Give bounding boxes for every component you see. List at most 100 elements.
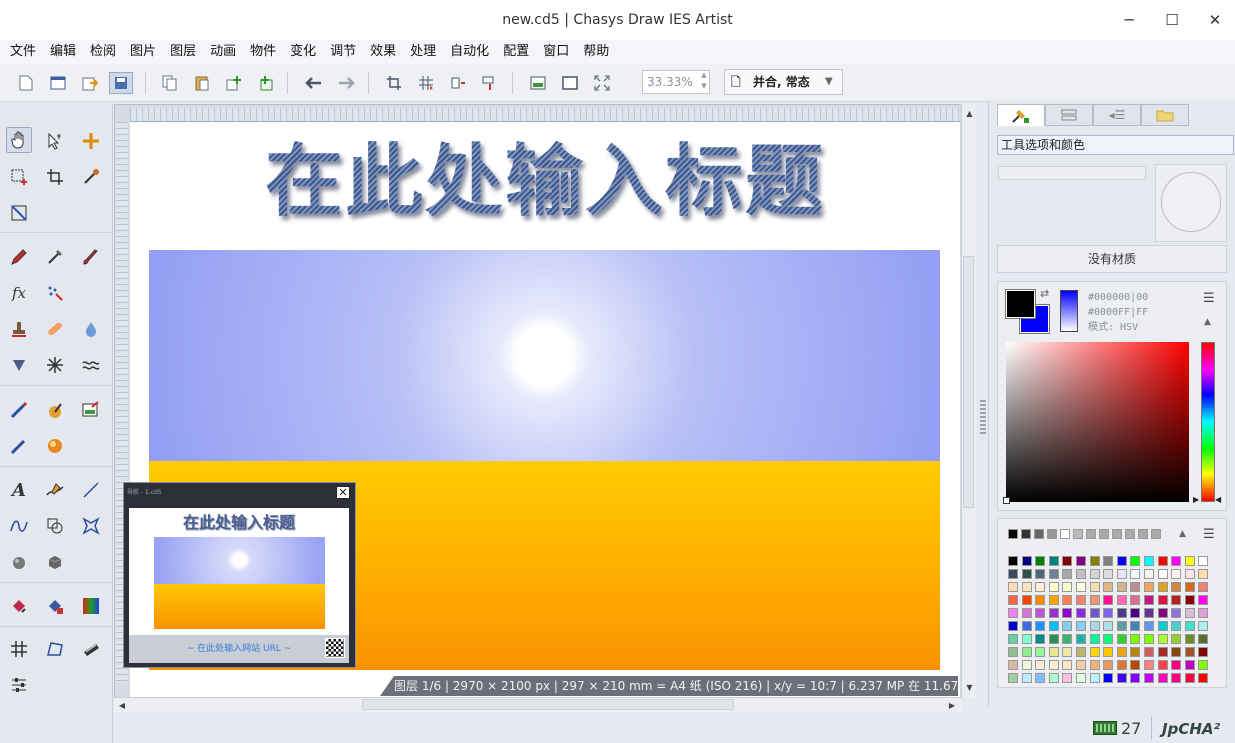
pen-icon[interactable] <box>42 244 68 270</box>
color-swatch[interactable] <box>1130 634 1141 644</box>
color-swatch[interactable] <box>1103 660 1114 670</box>
add-layer-icon[interactable] <box>222 72 246 94</box>
color-swatch[interactable] <box>1089 621 1100 631</box>
gray-swatch[interactable] <box>1086 529 1096 539</box>
color-swatch[interactable] <box>1184 595 1195 605</box>
gray-swatch[interactable] <box>1060 529 1070 539</box>
color-swatch[interactable] <box>1048 660 1059 670</box>
color-swatch[interactable] <box>1130 582 1141 592</box>
line-brush-icon[interactable] <box>6 397 32 423</box>
color-swatch[interactable] <box>1103 569 1114 579</box>
frame-icon[interactable] <box>558 72 582 94</box>
color-swatch[interactable] <box>1157 595 1168 605</box>
color-swatch[interactable] <box>1008 582 1018 592</box>
perspective-icon[interactable] <box>42 636 68 662</box>
color-swatch[interactable] <box>1062 595 1073 605</box>
gradient-icon[interactable] <box>78 593 104 619</box>
color-swatch[interactable] <box>1076 582 1086 592</box>
color-swatch[interactable] <box>1008 608 1018 618</box>
material-slot[interactable] <box>998 166 1146 180</box>
gray-swatch[interactable] <box>1099 529 1109 539</box>
color-swatch[interactable] <box>1048 595 1059 605</box>
color-swatch[interactable] <box>1144 582 1154 592</box>
open-window-icon[interactable] <box>46 72 70 94</box>
color-swatch[interactable] <box>1144 608 1154 618</box>
color-swatch[interactable] <box>1198 647 1209 657</box>
new-file-icon[interactable] <box>14 72 38 94</box>
color-swatch[interactable] <box>1198 673 1209 683</box>
menu-object[interactable]: 物件 <box>243 40 283 64</box>
menu-help[interactable]: 帮助 <box>576 40 616 64</box>
color-swatch[interactable] <box>1116 608 1127 618</box>
tab-history[interactable]: ◂☰ <box>1093 104 1141 126</box>
color-swatch[interactable] <box>1103 621 1114 631</box>
color-swatch[interactable] <box>1130 621 1141 631</box>
color-swatch[interactable] <box>1130 608 1141 618</box>
smudge-icon[interactable] <box>6 352 32 378</box>
color-swatch[interactable] <box>1062 660 1073 670</box>
color-swatch[interactable] <box>1116 556 1127 566</box>
color-swatch[interactable] <box>1116 621 1127 631</box>
color-swatch[interactable] <box>1184 673 1195 683</box>
color-swatch[interactable] <box>1116 634 1127 644</box>
color-swatch[interactable] <box>1035 660 1046 670</box>
color-swatch[interactable] <box>1157 556 1168 566</box>
rect-select-icon[interactable] <box>6 164 32 190</box>
color-swatch[interactable] <box>1171 634 1182 644</box>
color-swatch[interactable] <box>1144 634 1154 644</box>
color-swatch[interactable] <box>1198 595 1209 605</box>
color-swatch[interactable] <box>1035 634 1046 644</box>
color-swatch[interactable] <box>1008 660 1018 670</box>
hash-grid-icon[interactable] <box>6 636 32 662</box>
bandage-heal-icon[interactable] <box>42 316 68 342</box>
color-swatch[interactable] <box>1171 673 1182 683</box>
fit-mode-dropdown[interactable]: 🗋 并合, 常态 ▼ <box>724 69 843 95</box>
paint-bucket-icon[interactable] <box>42 397 68 423</box>
color-swatch[interactable] <box>1157 582 1168 592</box>
image-edit-icon[interactable] <box>78 397 104 423</box>
gray-swatch[interactable] <box>1021 529 1031 539</box>
color-swatch[interactable] <box>1021 621 1032 631</box>
color-swatch[interactable] <box>1021 608 1032 618</box>
color-swatch[interactable] <box>1144 621 1154 631</box>
menu-review[interactable]: 检阅 <box>83 40 123 64</box>
tab-layers[interactable] <box>1045 104 1093 126</box>
color-swatch[interactable] <box>1062 582 1073 592</box>
headline-text[interactable]: 在此处输入标题 <box>130 132 960 232</box>
menu-adjust[interactable]: 调节 <box>323 40 363 64</box>
wave-icon[interactable] <box>78 352 104 378</box>
color-swatch[interactable] <box>1062 647 1073 657</box>
color-swatch[interactable] <box>1062 634 1073 644</box>
color-swatch[interactable] <box>1021 647 1032 657</box>
color-swatch[interactable] <box>1062 673 1073 683</box>
color-swatch[interactable] <box>1021 634 1032 644</box>
menu-automation[interactable]: 自动化 <box>443 40 496 64</box>
color-swatch[interactable] <box>1116 673 1127 683</box>
fill-pattern-icon[interactable] <box>42 593 68 619</box>
gray-swatch[interactable] <box>1034 529 1044 539</box>
swap-colors-icon[interactable]: ⇄ <box>1040 287 1049 300</box>
navigator-close-button[interactable]: ✕ <box>336 486 350 499</box>
redo-icon[interactable] <box>334 72 358 94</box>
vertical-scroll-thumb[interactable] <box>963 256 974 508</box>
gray-swatch[interactable] <box>1047 529 1057 539</box>
color-swatch[interactable] <box>1157 569 1168 579</box>
color-swatch[interactable] <box>1035 621 1046 631</box>
color-swatch[interactable] <box>1089 608 1100 618</box>
curve-tool-icon[interactable] <box>6 513 32 539</box>
stamp-icon[interactable] <box>6 316 32 342</box>
warp-shape-icon[interactable] <box>78 513 104 539</box>
color-swatch[interactable] <box>1157 647 1168 657</box>
pencil-icon[interactable] <box>6 244 32 270</box>
menu-window[interactable]: 窗口 <box>536 40 576 64</box>
gradient-swatch[interactable] <box>1060 290 1078 332</box>
import-icon[interactable] <box>78 72 102 94</box>
color-swatch[interactable] <box>1076 660 1086 670</box>
color-swatch[interactable] <box>1144 556 1154 566</box>
text-tool-icon[interactable]: A <box>6 477 32 503</box>
scroll-left-icon[interactable]: ◀ <box>116 698 128 713</box>
color-swatch[interactable] <box>1103 673 1114 683</box>
close-button[interactable]: ✕ <box>1193 0 1235 40</box>
color-swatch[interactable] <box>1184 556 1195 566</box>
color-swatch[interactable] <box>1103 608 1114 618</box>
